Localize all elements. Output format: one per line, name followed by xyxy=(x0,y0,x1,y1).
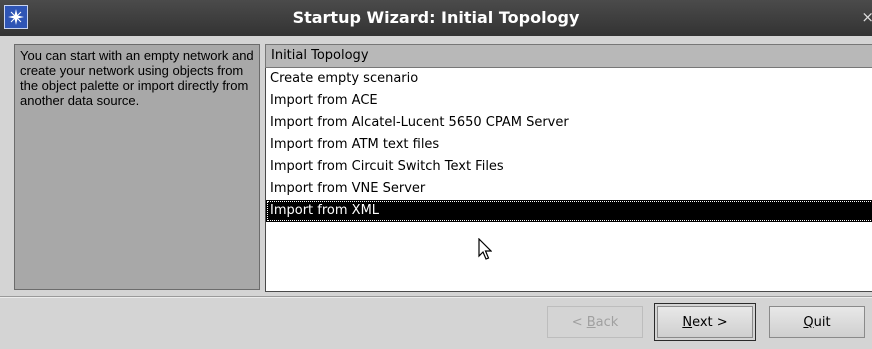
window-title: Startup Wizard: Initial Topology xyxy=(292,8,580,27)
title-bar: Startup Wizard: Initial Topology × xyxy=(0,0,872,36)
description-panel: You can start with an empty network and … xyxy=(14,44,260,290)
list-item-import-vne[interactable]: Import from VNE Server xyxy=(266,178,872,200)
list-item-import-ace[interactable]: Import from ACE xyxy=(266,90,872,112)
next-button-mnemonic: N xyxy=(682,314,693,330)
back-button-prefix: < xyxy=(571,314,587,330)
quit-button[interactable]: Quit xyxy=(769,306,865,338)
topology-list[interactable]: Create empty scenario Import from ACE Im… xyxy=(265,68,872,292)
list-item-import-xml[interactable]: Import from XML xyxy=(266,200,872,222)
list-item-import-circuit-switch[interactable]: Import from Circuit Switch Text Files xyxy=(266,156,872,178)
quit-button-rest: uit xyxy=(813,314,831,330)
list-item-import-alcatel-lucent[interactable]: Import from Alcatel-Lucent 5650 CPAM Ser… xyxy=(266,112,872,134)
list-item-create-empty-scenario[interactable]: Create empty scenario xyxy=(266,68,872,90)
list-item-import-atm[interactable]: Import from ATM text files xyxy=(266,134,872,156)
quit-button-mnemonic: Q xyxy=(803,314,814,330)
next-button[interactable]: Next > xyxy=(654,303,756,341)
button-bar-separator xyxy=(0,296,872,298)
next-button-rest: ext > xyxy=(692,314,728,330)
back-button-mnemonic: B xyxy=(586,314,596,330)
topology-list-header: Initial Topology xyxy=(265,44,872,68)
back-button[interactable]: < Back xyxy=(547,306,643,338)
close-icon[interactable]: × xyxy=(861,8,872,26)
mouse-pointer-icon xyxy=(478,237,493,264)
back-button-rest: ack xyxy=(595,314,619,330)
